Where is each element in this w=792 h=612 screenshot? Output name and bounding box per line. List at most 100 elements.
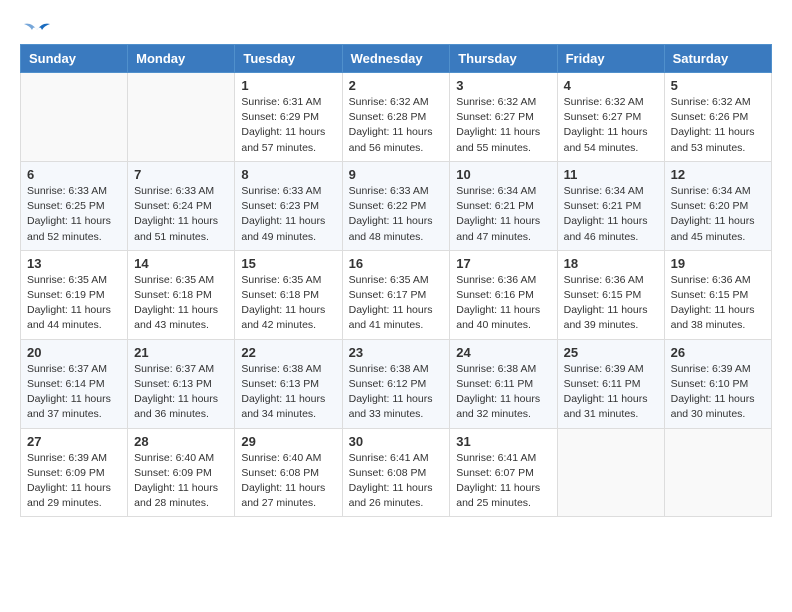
day-cell: 30 Sunrise: 6:41 AMSunset: 6:08 PMDayligh… bbox=[342, 428, 450, 517]
day-info: Sunrise: 6:37 AMSunset: 6:14 PMDaylight:… bbox=[27, 362, 121, 423]
day-number: 28 bbox=[134, 434, 228, 449]
day-number: 4 bbox=[564, 78, 658, 93]
day-cell bbox=[664, 428, 771, 517]
weekday-header-saturday: Saturday bbox=[664, 45, 771, 73]
day-info: Sunrise: 6:39 AMSunset: 6:11 PMDaylight:… bbox=[564, 362, 658, 423]
page-header bbox=[20, 20, 772, 36]
day-info: Sunrise: 6:34 AMSunset: 6:21 PMDaylight:… bbox=[456, 184, 550, 245]
day-cell: 8 Sunrise: 6:33 AMSunset: 6:23 PMDaylight… bbox=[235, 161, 342, 250]
day-info: Sunrise: 6:39 AMSunset: 6:09 PMDaylight:… bbox=[27, 451, 121, 512]
day-number: 17 bbox=[456, 256, 550, 271]
day-cell: 3 Sunrise: 6:32 AMSunset: 6:27 PMDaylight… bbox=[450, 73, 557, 162]
day-info: Sunrise: 6:33 AMSunset: 6:23 PMDaylight:… bbox=[241, 184, 335, 245]
day-info: Sunrise: 6:36 AMSunset: 6:15 PMDaylight:… bbox=[564, 273, 658, 334]
day-info: Sunrise: 6:32 AMSunset: 6:28 PMDaylight:… bbox=[349, 95, 444, 156]
day-info: Sunrise: 6:40 AMSunset: 6:09 PMDaylight:… bbox=[134, 451, 228, 512]
day-cell: 23 Sunrise: 6:38 AMSunset: 6:12 PMDayligh… bbox=[342, 339, 450, 428]
week-row-4: 20 Sunrise: 6:37 AMSunset: 6:14 PMDayligh… bbox=[21, 339, 772, 428]
day-cell: 29 Sunrise: 6:40 AMSunset: 6:08 PMDayligh… bbox=[235, 428, 342, 517]
day-info: Sunrise: 6:33 AMSunset: 6:22 PMDaylight:… bbox=[349, 184, 444, 245]
day-cell: 13 Sunrise: 6:35 AMSunset: 6:19 PMDayligh… bbox=[21, 250, 128, 339]
day-info: Sunrise: 6:41 AMSunset: 6:08 PMDaylight:… bbox=[349, 451, 444, 512]
day-info: Sunrise: 6:32 AMSunset: 6:27 PMDaylight:… bbox=[456, 95, 550, 156]
day-cell: 27Sunrise: 6:39 AMSunset: 6:09 PMDayligh… bbox=[21, 428, 128, 517]
day-cell: 1Sunrise: 6:31 AMSunset: 6:29 PMDaylight… bbox=[235, 73, 342, 162]
day-info: Sunrise: 6:38 AMSunset: 6:12 PMDaylight:… bbox=[349, 362, 444, 423]
calendar-table: SundayMondayTuesdayWednesdayThursdayFrid… bbox=[20, 44, 772, 517]
day-cell: 19 Sunrise: 6:36 AMSunset: 6:15 PMDayligh… bbox=[664, 250, 771, 339]
day-info: Sunrise: 6:35 AMSunset: 6:18 PMDaylight:… bbox=[134, 273, 228, 334]
week-row-5: 27Sunrise: 6:39 AMSunset: 6:09 PMDayligh… bbox=[21, 428, 772, 517]
day-number: 8 bbox=[241, 167, 335, 182]
day-info: Sunrise: 6:37 AMSunset: 6:13 PMDaylight:… bbox=[134, 362, 228, 423]
day-cell: 26 Sunrise: 6:39 AMSunset: 6:10 PMDayligh… bbox=[664, 339, 771, 428]
day-cell: 11 Sunrise: 6:34 AMSunset: 6:21 PMDayligh… bbox=[557, 161, 664, 250]
logo-text-block bbox=[20, 20, 52, 36]
day-info: Sunrise: 6:33 AMSunset: 6:25 PMDaylight:… bbox=[27, 184, 121, 245]
day-number: 30 bbox=[349, 434, 444, 449]
day-cell bbox=[128, 73, 235, 162]
weekday-header-thursday: Thursday bbox=[450, 45, 557, 73]
day-cell: 4 Sunrise: 6:32 AMSunset: 6:27 PMDaylight… bbox=[557, 73, 664, 162]
day-number: 31 bbox=[456, 434, 550, 449]
day-info: Sunrise: 6:35 AMSunset: 6:19 PMDaylight:… bbox=[27, 273, 121, 334]
day-number: 11 bbox=[564, 167, 658, 182]
day-info: Sunrise: 6:39 AMSunset: 6:10 PMDaylight:… bbox=[671, 362, 765, 423]
logo bbox=[20, 20, 52, 36]
day-info: Sunrise: 6:31 AMSunset: 6:29 PMDaylight:… bbox=[241, 95, 335, 156]
day-number: 25 bbox=[564, 345, 658, 360]
day-cell: 17 Sunrise: 6:36 AMSunset: 6:16 PMDayligh… bbox=[450, 250, 557, 339]
day-cell: 9 Sunrise: 6:33 AMSunset: 6:22 PMDaylight… bbox=[342, 161, 450, 250]
day-info: Sunrise: 6:32 AMSunset: 6:27 PMDaylight:… bbox=[564, 95, 658, 156]
day-info: Sunrise: 6:38 AMSunset: 6:11 PMDaylight:… bbox=[456, 362, 550, 423]
day-number: 6 bbox=[27, 167, 121, 182]
day-number: 12 bbox=[671, 167, 765, 182]
week-row-3: 13 Sunrise: 6:35 AMSunset: 6:19 PMDayligh… bbox=[21, 250, 772, 339]
day-cell: 10Sunrise: 6:34 AMSunset: 6:21 PMDayligh… bbox=[450, 161, 557, 250]
weekday-header-monday: Monday bbox=[128, 45, 235, 73]
day-info: Sunrise: 6:36 AMSunset: 6:15 PMDaylight:… bbox=[671, 273, 765, 334]
day-number: 20 bbox=[27, 345, 121, 360]
day-cell: 16Sunrise: 6:35 AMSunset: 6:17 PMDayligh… bbox=[342, 250, 450, 339]
day-cell: 14 Sunrise: 6:35 AMSunset: 6:18 PMDayligh… bbox=[128, 250, 235, 339]
day-cell: 31Sunrise: 6:41 AMSunset: 6:07 PMDayligh… bbox=[450, 428, 557, 517]
day-number: 19 bbox=[671, 256, 765, 271]
weekday-header-tuesday: Tuesday bbox=[235, 45, 342, 73]
day-info: Sunrise: 6:35 AMSunset: 6:17 PMDaylight:… bbox=[349, 273, 444, 334]
day-number: 24 bbox=[456, 345, 550, 360]
day-info: Sunrise: 6:33 AMSunset: 6:24 PMDaylight:… bbox=[134, 184, 228, 245]
day-number: 26 bbox=[671, 345, 765, 360]
day-number: 9 bbox=[349, 167, 444, 182]
day-info: Sunrise: 6:40 AMSunset: 6:08 PMDaylight:… bbox=[241, 451, 335, 512]
weekday-header-wednesday: Wednesday bbox=[342, 45, 450, 73]
day-number: 21 bbox=[134, 345, 228, 360]
day-cell: 15 Sunrise: 6:35 AMSunset: 6:18 PMDayligh… bbox=[235, 250, 342, 339]
day-cell: 6 Sunrise: 6:33 AMSunset: 6:25 PMDaylight… bbox=[21, 161, 128, 250]
logo-bird-icon bbox=[22, 20, 52, 40]
day-number: 5 bbox=[671, 78, 765, 93]
day-number: 3 bbox=[456, 78, 550, 93]
day-number: 7 bbox=[134, 167, 228, 182]
day-info: Sunrise: 6:36 AMSunset: 6:16 PMDaylight:… bbox=[456, 273, 550, 334]
day-info: Sunrise: 6:34 AMSunset: 6:21 PMDaylight:… bbox=[564, 184, 658, 245]
day-info: Sunrise: 6:38 AMSunset: 6:13 PMDaylight:… bbox=[241, 362, 335, 423]
day-number: 14 bbox=[134, 256, 228, 271]
day-cell: 7 Sunrise: 6:33 AMSunset: 6:24 PMDaylight… bbox=[128, 161, 235, 250]
day-cell: 12 Sunrise: 6:34 AMSunset: 6:20 PMDayligh… bbox=[664, 161, 771, 250]
day-number: 29 bbox=[241, 434, 335, 449]
weekday-header-row: SundayMondayTuesdayWednesdayThursdayFrid… bbox=[21, 45, 772, 73]
day-number: 23 bbox=[349, 345, 444, 360]
day-cell bbox=[557, 428, 664, 517]
day-info: Sunrise: 6:35 AMSunset: 6:18 PMDaylight:… bbox=[241, 273, 335, 334]
week-row-1: 1Sunrise: 6:31 AMSunset: 6:29 PMDaylight… bbox=[21, 73, 772, 162]
week-row-2: 6 Sunrise: 6:33 AMSunset: 6:25 PMDaylight… bbox=[21, 161, 772, 250]
day-number: 15 bbox=[241, 256, 335, 271]
day-cell: 5Sunrise: 6:32 AMSunset: 6:26 PMDaylight… bbox=[664, 73, 771, 162]
day-cell: 20 Sunrise: 6:37 AMSunset: 6:14 PMDayligh… bbox=[21, 339, 128, 428]
day-info: Sunrise: 6:34 AMSunset: 6:20 PMDaylight:… bbox=[671, 184, 765, 245]
day-cell: 24 Sunrise: 6:38 AMSunset: 6:11 PMDayligh… bbox=[450, 339, 557, 428]
day-cell: 28 Sunrise: 6:40 AMSunset: 6:09 PMDayligh… bbox=[128, 428, 235, 517]
weekday-header-friday: Friday bbox=[557, 45, 664, 73]
day-number: 2 bbox=[349, 78, 444, 93]
day-number: 13 bbox=[27, 256, 121, 271]
